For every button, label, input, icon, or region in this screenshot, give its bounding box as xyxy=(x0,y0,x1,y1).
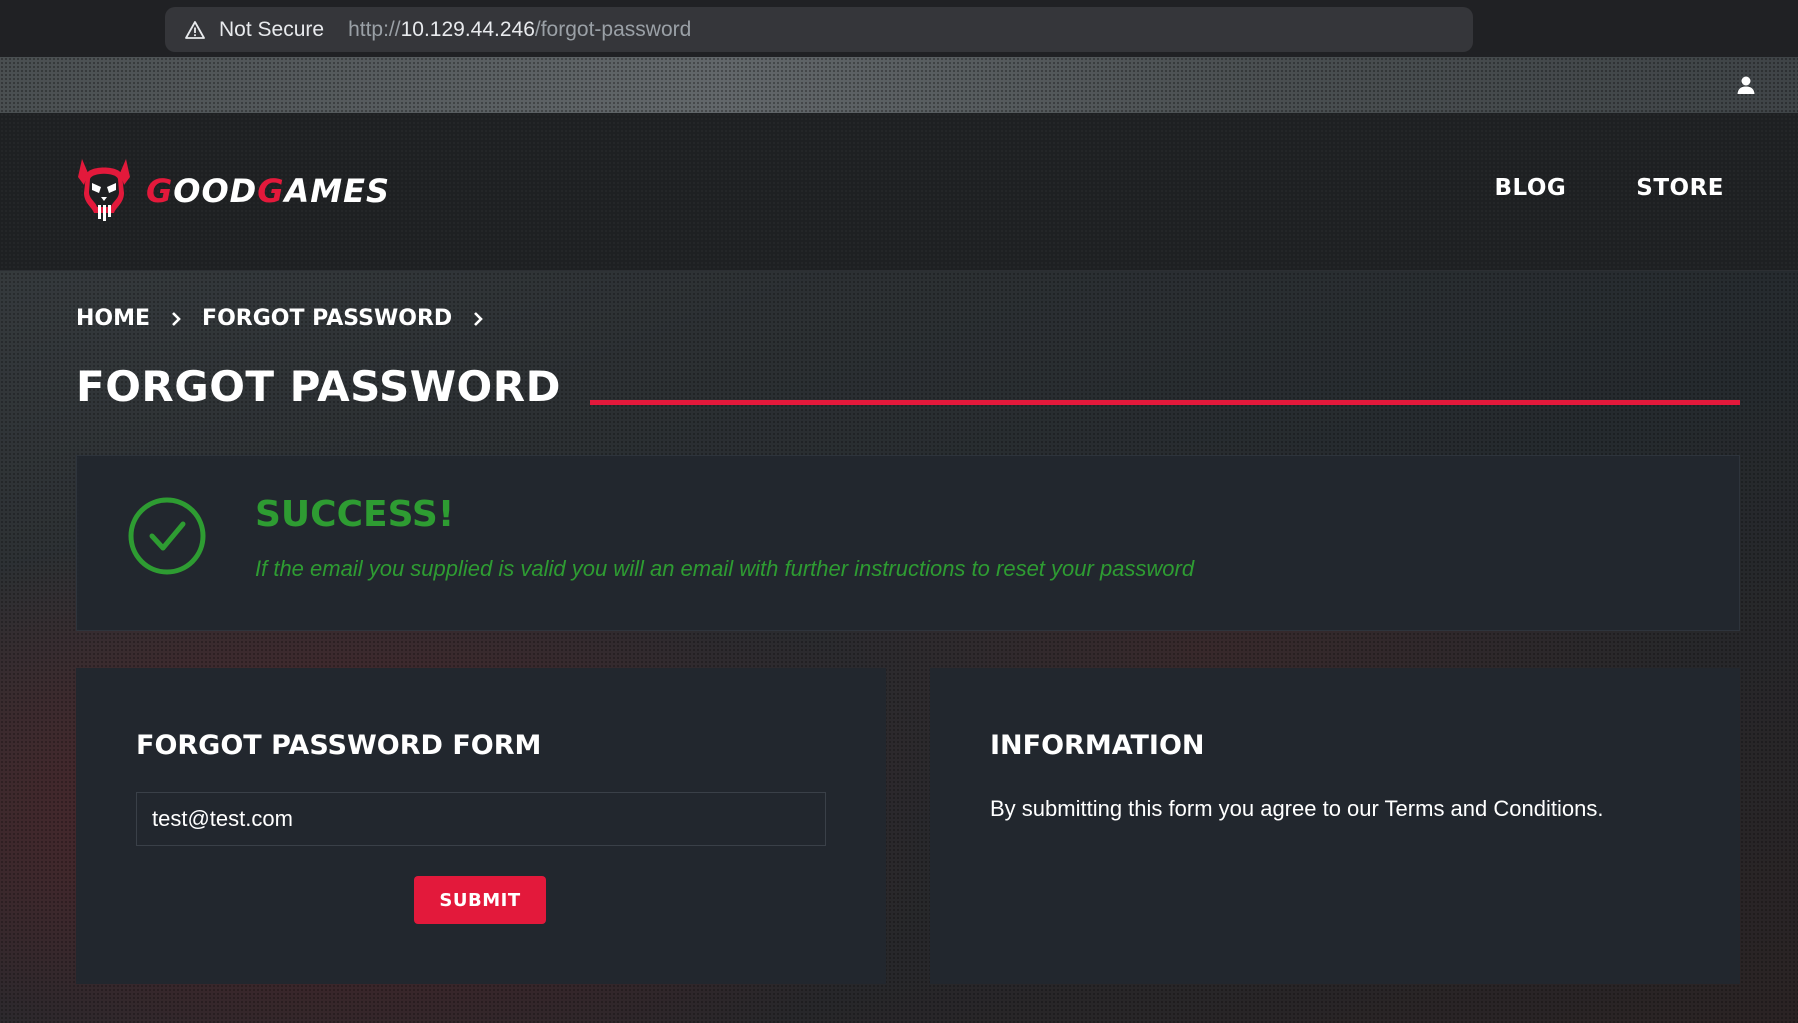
page-title: FORGOT PASSWORD xyxy=(76,362,561,411)
submit-button[interactable]: SUBMIT xyxy=(414,876,546,924)
url-prefix: http:// xyxy=(348,17,401,41)
success-alert: SUCCESS! If the email you supplied is va… xyxy=(76,455,1740,631)
logo-letter-g1: G xyxy=(146,172,174,210)
logo-text-ames: AMES xyxy=(284,172,391,210)
address-bar[interactable]: Not Secure http://10.129.44.246/forgot-p… xyxy=(165,7,1473,52)
user-icon[interactable] xyxy=(1736,75,1756,95)
nav-store[interactable]: STORE xyxy=(1636,175,1724,201)
breadcrumb: HOME FORGOT PASSWORD xyxy=(76,306,484,331)
alert-message: If the email you supplied is valid you w… xyxy=(255,556,1195,581)
skull-logo-icon xyxy=(78,159,130,221)
forgot-password-card: FORGOT PASSWORD FORM SUBMIT xyxy=(76,668,886,984)
title-divider xyxy=(590,400,1740,405)
email-input[interactable] xyxy=(136,792,826,846)
breadcrumb-forgot-password[interactable]: FORGOT PASSWORD xyxy=(202,306,452,331)
info-text: By submitting this form you agree to our… xyxy=(990,796,1604,821)
breadcrumb-home[interactable]: HOME xyxy=(76,306,150,331)
information-card: INFORMATION By submitting this form you … xyxy=(930,668,1740,984)
logo-letter-g2: G xyxy=(257,172,285,210)
site-header: GOODGAMES BLOG STORE xyxy=(0,113,1798,271)
alert-heading: SUCCESS! xyxy=(255,494,455,535)
url-path: /forgot-password xyxy=(534,17,692,41)
url-host: 10.129.44.246 xyxy=(400,17,535,41)
chevron-right-icon xyxy=(172,311,181,326)
check-circle-icon xyxy=(128,497,206,575)
logo-text-ood: OOD xyxy=(173,172,258,210)
url-text[interactable]: http://10.129.44.246/forgot-password xyxy=(348,18,691,42)
browser-toolbar: Not Secure http://10.129.44.246/forgot-p… xyxy=(0,0,1798,57)
logo-wordmark: GOODGAMES xyxy=(146,172,390,210)
nav-blog[interactable]: BLOG xyxy=(1494,175,1566,201)
main-nav: BLOG STORE xyxy=(1494,175,1724,201)
info-heading: INFORMATION xyxy=(990,730,1205,761)
form-heading: FORGOT PASSWORD FORM xyxy=(136,730,542,761)
top-bar xyxy=(0,57,1798,113)
warning-icon[interactable] xyxy=(185,20,205,40)
chevron-right-icon xyxy=(474,311,483,326)
security-status[interactable]: Not Secure xyxy=(219,18,324,42)
site-logo[interactable]: GOODGAMES xyxy=(74,155,390,227)
